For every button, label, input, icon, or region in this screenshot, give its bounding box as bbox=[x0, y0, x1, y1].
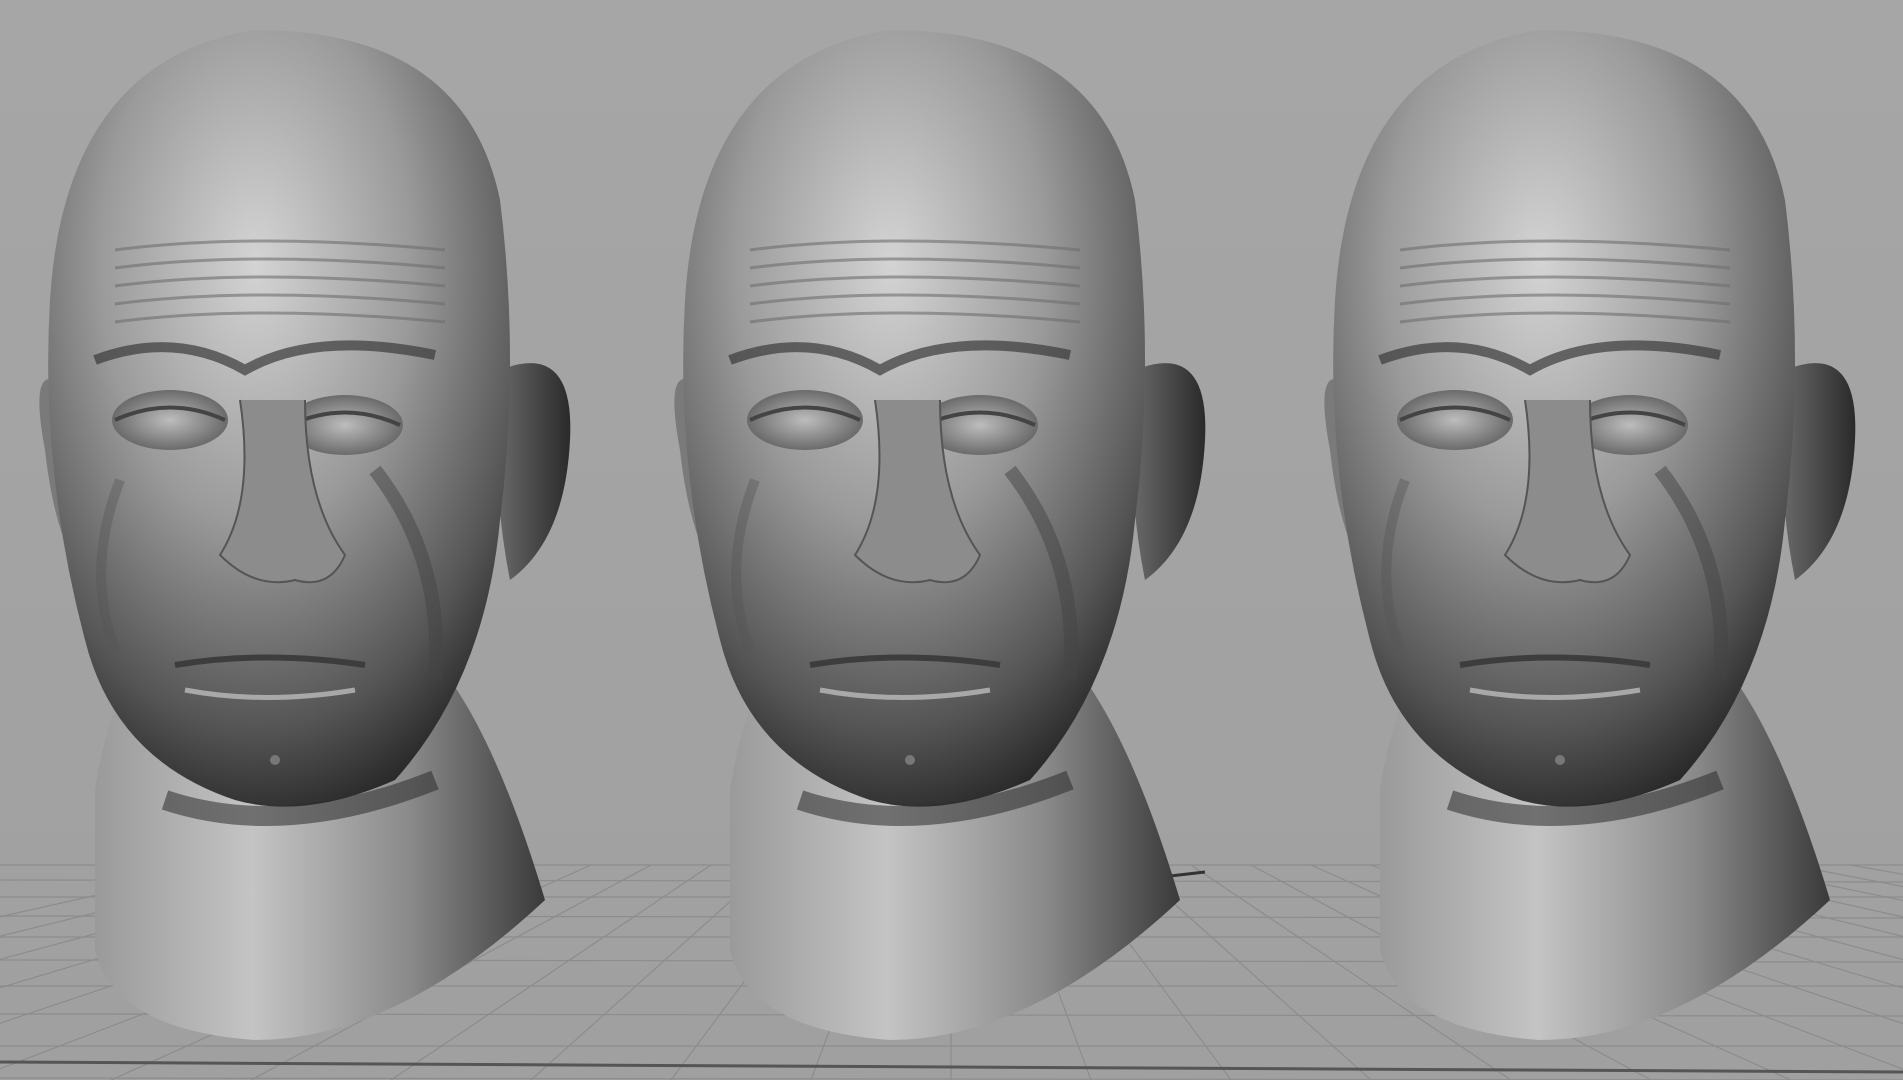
eye-left bbox=[747, 390, 863, 450]
head-model-center[interactable] bbox=[674, 30, 1206, 1040]
chin-mark bbox=[270, 755, 280, 765]
head-model-left[interactable] bbox=[39, 30, 571, 1040]
head-model-right[interactable] bbox=[1324, 30, 1856, 1040]
eye-left bbox=[1397, 390, 1513, 450]
viewport-scene bbox=[0, 30, 1903, 1080]
3d-viewport[interactable] bbox=[0, 0, 1903, 1080]
eye-left bbox=[112, 390, 228, 450]
chin-mark bbox=[905, 755, 915, 765]
chin-mark bbox=[1555, 755, 1565, 765]
